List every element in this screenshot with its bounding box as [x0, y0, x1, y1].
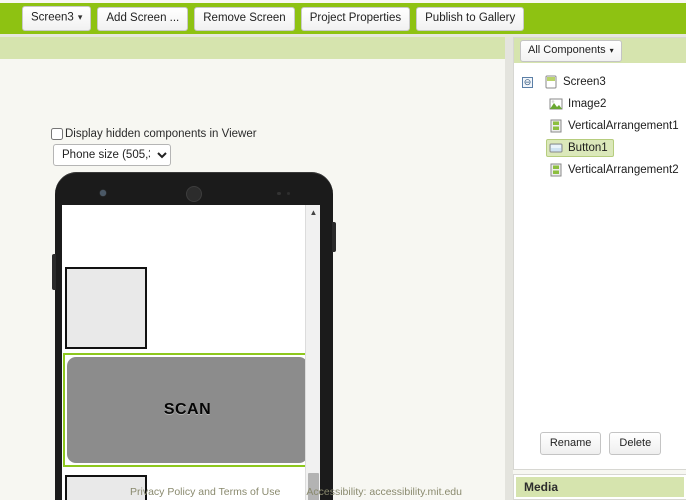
tree-label: Button1 — [568, 142, 608, 154]
all-components-dropdown-label: All Components — [528, 43, 606, 56]
screen-size-select[interactable]: Phone size (505,320) — [53, 144, 171, 166]
sensor-icon — [277, 192, 281, 195]
display-hidden-components-row[interactable]: Display hidden components in Viewer — [51, 128, 257, 140]
tree-row[interactable]: Button1 — [514, 137, 686, 159]
sensor-secondary-icon — [287, 192, 290, 195]
screen-selector-label: Screen3 — [31, 11, 74, 24]
privacy-policy-link[interactable]: Privacy Policy and Terms of Use — [130, 486, 280, 498]
image-icon — [549, 97, 563, 111]
panel-gutter — [505, 37, 513, 500]
all-components-dropdown[interactable]: All Components ▾ — [520, 39, 622, 62]
scroll-up-icon[interactable]: ▲ — [306, 205, 320, 219]
tree-node-verticalarrangement1[interactable]: VerticalArrangement1 — [546, 117, 685, 135]
tree-label: VerticalArrangement2 — [568, 164, 679, 176]
tree-label: Image2 — [568, 98, 607, 110]
viewer-scrollbar[interactable]: ▲ ▼ — [305, 205, 320, 500]
scan-button[interactable]: SCAN — [67, 357, 308, 463]
vertical-arrangement-icon — [549, 163, 563, 177]
speaker-icon — [186, 186, 202, 202]
vertical-arrangement-1[interactable] — [65, 267, 147, 349]
display-hidden-components-checkbox[interactable] — [51, 128, 63, 140]
phone-screen: SCAN ▲ ▼ — [62, 205, 320, 500]
chevron-down-icon: ▾ — [609, 45, 614, 55]
component-actions: Rename Delete — [514, 432, 686, 455]
media-panel: Media — [513, 474, 686, 500]
display-hidden-components-label: Display hidden components in Viewer — [65, 128, 257, 140]
button-icon — [549, 141, 563, 155]
button1-selection-frame[interactable]: SCAN — [63, 353, 312, 467]
tree-row[interactable]: ⊖ Screen3 — [514, 71, 686, 93]
tree-node-screen3[interactable]: Screen3 — [541, 73, 612, 91]
tree-node-image2[interactable]: Image2 — [546, 95, 612, 113]
tree-row[interactable]: VerticalArrangement1 — [514, 115, 686, 137]
components-panel-header: All Components ▾ — [514, 38, 686, 63]
tree-node-verticalarrangement2[interactable]: VerticalArrangement2 — [546, 161, 685, 179]
viewer-area: Display hidden components in Viewer Phon… — [0, 59, 510, 500]
vertical-arrangement-icon — [549, 119, 563, 133]
components-panel: All Components ▾ ⊖ Screen3 Image2 Vertic… — [513, 37, 686, 470]
component-tree: ⊖ Screen3 Image2 VerticalArrangement1 Bu… — [514, 63, 686, 443]
delete-button[interactable]: Delete — [609, 432, 662, 455]
main-toolbar: Screen3 ▾ Add Screen ... Remove Screen Pr… — [0, 3, 686, 34]
tree-node-button1[interactable]: Button1 — [546, 139, 614, 157]
rename-button[interactable]: Rename — [539, 432, 602, 455]
viewer-header-band — [0, 37, 510, 59]
volume-button-icon — [52, 254, 56, 290]
add-screen-button[interactable]: Add Screen ... — [97, 6, 189, 31]
tree-label: VerticalArrangement1 — [568, 120, 679, 132]
accessibility-link[interactable]: Accessibility: accessibility.mit.edu — [306, 486, 462, 498]
power-button-icon — [332, 222, 336, 252]
media-panel-title: Media — [516, 477, 684, 497]
screen-icon — [544, 75, 558, 89]
collapse-toggle-icon[interactable]: ⊖ — [522, 76, 533, 88]
front-camera-icon — [100, 190, 106, 196]
tree-row[interactable]: VerticalArrangement2 — [514, 159, 686, 181]
form-canvas[interactable]: SCAN — [62, 205, 312, 500]
app-inventor-designer: Screen3 ▾ Add Screen ... Remove Screen Pr… — [0, 0, 686, 500]
screen-selector-button[interactable]: Screen3 ▾ — [22, 6, 92, 31]
footer: Privacy Policy and Terms of Use Accessib… — [0, 486, 510, 500]
project-properties-button[interactable]: Project Properties — [300, 6, 411, 31]
publish-to-gallery-button[interactable]: Publish to Gallery — [416, 6, 525, 31]
remove-screen-button[interactable]: Remove Screen — [194, 6, 295, 31]
phone-preview: SCAN ▲ ▼ — [52, 172, 336, 500]
chevron-down-icon: ▾ — [77, 12, 83, 23]
tree-row[interactable]: Image2 — [514, 93, 686, 115]
tree-label: Screen3 — [563, 76, 606, 88]
